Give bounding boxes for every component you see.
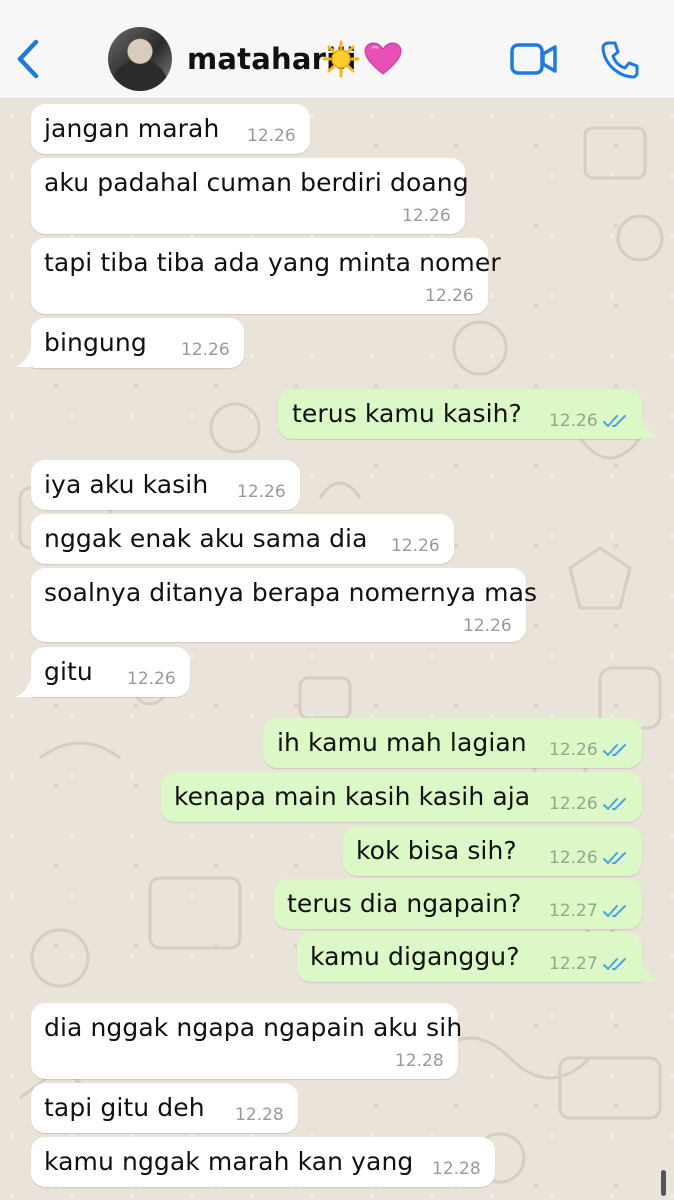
message-text: kok bisa sih? <box>356 836 517 865</box>
message-text: jangan marah <box>44 114 220 143</box>
message-bubble-incoming[interactable]: jangan marah 12.26 <box>31 104 310 154</box>
back-chevron-icon[interactable] <box>12 38 42 80</box>
message-time: 12.26 <box>549 794 598 814</box>
phone-call-icon[interactable] <box>600 40 640 80</box>
message-text: terus kamu kasih? <box>292 399 522 428</box>
message-time: 12.28 <box>235 1105 284 1125</box>
message-bubble-outgoing[interactable]: terus dia ngapain? 12.27 <box>274 879 642 929</box>
read-ticks-icon <box>603 415 626 427</box>
message-bubble-incoming[interactable]: soalnya ditanya berapa nomernya mas 12.2… <box>31 568 537 642</box>
message-time: 12.26 <box>237 482 286 502</box>
message-bubble-incoming[interactable]: tapi gitu deh 12.28 <box>31 1083 298 1133</box>
message-text: gitu <box>44 657 93 686</box>
message-text: iya aku kasih <box>44 470 209 499</box>
message-time: 12.26 <box>127 669 176 689</box>
message-text: soalnya ditanya berapa nomernya mas <box>44 578 538 607</box>
message-time: 12.26 <box>402 206 451 226</box>
chat-header: matahariii <box>0 0 674 99</box>
message-text: nggak enak aku sama dia <box>44 524 368 553</box>
message-bubble-incoming[interactable]: gitu 12.26 <box>31 647 190 697</box>
bubble-tail <box>639 961 659 981</box>
message-time: 12.26 <box>425 286 474 306</box>
message-text: dia nggak ngapa ngapain aku sih <box>44 1013 463 1042</box>
video-call-icon[interactable] <box>510 41 558 77</box>
message-time: 12.26 <box>463 616 512 636</box>
message-bubble-incoming[interactable]: aku padahal cuman berdiri doang 12.26 <box>31 158 469 234</box>
sun-emoji-icon <box>322 40 360 78</box>
bubble-tail <box>639 418 659 438</box>
message-time: 12.26 <box>247 126 296 146</box>
message-bubble-incoming[interactable]: dia nggak ngapa ngapain aku sih 12.28 <box>31 1003 462 1079</box>
message-text: aku padahal cuman berdiri doang <box>44 168 469 197</box>
message-bubble-incoming[interactable]: bingung 12.26 <box>31 318 244 368</box>
message-bubble-incoming[interactable]: nggak enak aku sama dia 12.26 <box>31 514 454 564</box>
message-time: 12.26 <box>391 536 440 556</box>
pink-heart-emoji-icon <box>364 42 402 75</box>
message-text: tapi gitu deh <box>44 1093 205 1122</box>
scrollbar[interactable] <box>661 1170 666 1196</box>
read-ticks-icon <box>603 905 626 917</box>
message-time: 12.27 <box>549 901 598 921</box>
message-text: ih kamu mah lagian <box>277 728 527 757</box>
message-text: kamu nggak marah kan yang <box>44 1147 414 1176</box>
message-time: 12.26 <box>181 340 230 360</box>
message-bubble-outgoing[interactable]: kenapa main kasih kasih aja 12.26 <box>161 772 642 822</box>
message-time: 12.28 <box>432 1159 481 1179</box>
message-text: tapi tiba tiba ada yang minta nomer <box>44 248 501 277</box>
message-time: 12.26 <box>549 411 598 431</box>
message-text: kenapa main kasih kasih aja <box>174 782 531 811</box>
message-bubble-incoming[interactable]: tapi tiba tiba ada yang minta nomer 12.2… <box>31 238 501 314</box>
message-bubble-outgoing[interactable]: kamu diganggu? 12.27 <box>297 932 642 982</box>
message-text: bingung <box>44 328 147 357</box>
message-time: 12.28 <box>395 1051 444 1071</box>
message-bubble-incoming[interactable]: kamu nggak marah kan yang 12.28 <box>31 1137 495 1187</box>
message-text: kamu diganggu? <box>310 942 520 971</box>
message-bubble-outgoing[interactable]: kok bisa sih? 12.26 <box>343 826 642 876</box>
message-bubble-outgoing[interactable]: ih kamu mah lagian 12.26 <box>263 718 642 768</box>
message-time: 12.27 <box>549 954 598 974</box>
read-ticks-icon <box>603 798 626 810</box>
read-ticks-icon <box>603 744 626 756</box>
message-text: terus dia ngapain? <box>287 889 522 918</box>
read-ticks-icon <box>603 852 626 864</box>
contact-avatar[interactable] <box>108 27 172 91</box>
message-time: 12.26 <box>549 740 598 760</box>
read-ticks-icon <box>603 958 626 970</box>
message-bubble-outgoing[interactable]: terus kamu kasih? 12.26 <box>278 389 642 439</box>
message-bubble-incoming[interactable]: iya aku kasih 12.26 <box>31 460 300 510</box>
message-time: 12.26 <box>549 848 598 868</box>
